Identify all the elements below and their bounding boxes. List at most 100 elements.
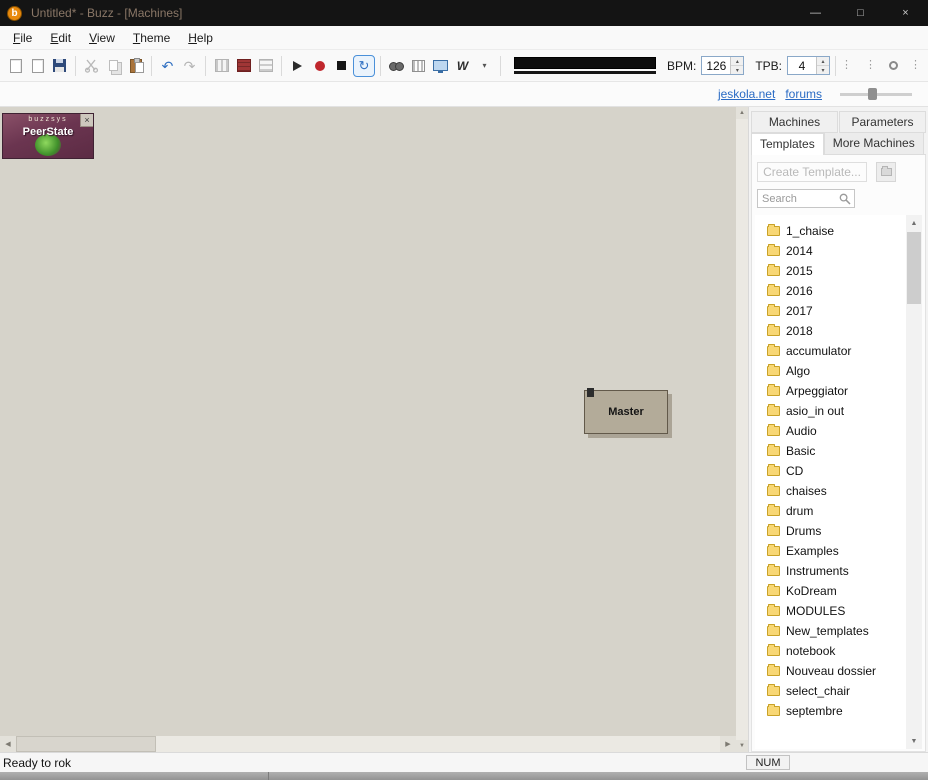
toolbar-dropdown-button[interactable]: ▾: [474, 55, 495, 77]
create-template-button[interactable]: Create Template...: [757, 162, 867, 182]
cut-button[interactable]: [81, 55, 102, 77]
folder-list-item[interactable]: asio_in out: [755, 401, 906, 421]
sequence-view-button[interactable]: [255, 55, 276, 77]
machine-canvas-inner[interactable]: buzzsys PeerState × Master: [0, 107, 736, 736]
stop-button[interactable]: [331, 55, 352, 77]
folder-list-item[interactable]: Instruments: [755, 561, 906, 581]
create-template-row: Create Template...: [757, 162, 922, 182]
toolbar-grip-icon[interactable]: ⋮: [865, 60, 877, 71]
hscroll-thumb[interactable]: [16, 736, 156, 752]
folder-list-item[interactable]: KoDream: [755, 581, 906, 601]
list-scroll-down-button[interactable]: ▼: [906, 733, 922, 749]
scroll-down-button[interactable]: ▼: [736, 740, 748, 752]
toolbar-grip-icon[interactable]: ⋮: [910, 60, 922, 71]
scroll-up-button[interactable]: ▲: [736, 107, 748, 119]
wavetable-button[interactable]: W: [452, 55, 473, 77]
knob-icon[interactable]: [889, 61, 898, 70]
hscroll-track[interactable]: [16, 736, 720, 752]
folder-list-item[interactable]: Algo: [755, 361, 906, 381]
master-machine[interactable]: Master: [584, 390, 668, 434]
bpm-up-button[interactable]: ▴: [731, 57, 743, 66]
tab-more-machines[interactable]: More Machines: [824, 133, 924, 155]
save-button[interactable]: [49, 55, 70, 77]
bpm-spinner[interactable]: 126 ▴ ▾: [701, 56, 744, 75]
canvas-vertical-scrollbar[interactable]: ▲ ▼: [736, 107, 748, 752]
loop-button[interactable]: ↻: [353, 55, 375, 77]
list-scroll-up-button[interactable]: ▲: [906, 215, 922, 231]
new-file-button[interactable]: [5, 55, 26, 77]
canvas-horizontal-scrollbar[interactable]: ◀ ▶: [0, 736, 736, 752]
cpu-monitor-button[interactable]: [430, 55, 451, 77]
menu-item[interactable]: File: [4, 26, 41, 49]
bpm-value[interactable]: 126: [702, 57, 730, 74]
close-button[interactable]: ×: [883, 0, 928, 26]
copy-button[interactable]: [103, 55, 124, 77]
folder-list-item[interactable]: chaises: [755, 481, 906, 501]
machine-canvas[interactable]: buzzsys PeerState × Master ◀ ▶: [0, 107, 736, 752]
folder-list-item[interactable]: 2015: [755, 261, 906, 281]
pattern-matrix-button[interactable]: [408, 55, 429, 77]
folder-name: 2017: [786, 304, 813, 318]
play-button[interactable]: [287, 55, 308, 77]
template-folder-button[interactable]: [876, 162, 896, 182]
folder-list-item[interactable]: Drums: [755, 521, 906, 541]
folder-list-item[interactable]: CD: [755, 461, 906, 481]
list-scroll-thumb[interactable]: [907, 232, 921, 304]
menu-item[interactable]: Theme: [124, 26, 179, 49]
menu-item[interactable]: Help: [179, 26, 222, 49]
undo-button[interactable]: ↶: [157, 55, 178, 77]
folder-list-item[interactable]: select_chair: [755, 681, 906, 701]
folder-list-item[interactable]: Audio: [755, 421, 906, 441]
folder-list-item[interactable]: New_templates: [755, 621, 906, 641]
folder-list-item[interactable]: 2016: [755, 281, 906, 301]
sequence-view-icon: [259, 59, 273, 72]
jeskola-net-link[interactable]: jeskola.net: [718, 87, 775, 101]
main-area: buzzsys PeerState × Master ◀ ▶ ▲: [0, 107, 928, 752]
song-position-bar[interactable]: [514, 57, 656, 74]
folder-list-item[interactable]: notebook: [755, 641, 906, 661]
find-machine-button[interactable]: [386, 55, 407, 77]
folder-list-item[interactable]: septembre: [755, 701, 906, 721]
maximize-button[interactable]: □: [838, 0, 883, 26]
folder-list-item[interactable]: 2017: [755, 301, 906, 321]
toolbar-grip-icon[interactable]: ⋮: [841, 60, 853, 71]
tpb-value[interactable]: 4: [788, 57, 816, 74]
redo-button[interactable]: ↷: [179, 55, 200, 77]
folder-list-item[interactable]: accumulator: [755, 341, 906, 361]
tab-machines[interactable]: Machines: [751, 111, 838, 133]
folder-list-item[interactable]: Nouveau dossier: [755, 661, 906, 681]
machine-view-button[interactable]: [233, 55, 254, 77]
folder-list-item[interactable]: Examples: [755, 541, 906, 561]
list-vertical-scrollbar[interactable]: ▲ ▼: [906, 215, 922, 749]
folder-list-item[interactable]: 2014: [755, 241, 906, 261]
tpb-spinner[interactable]: 4 ▴ ▾: [787, 56, 830, 75]
forums-link[interactable]: forums: [785, 87, 822, 101]
search-input[interactable]: [758, 193, 834, 205]
search-box[interactable]: [757, 189, 855, 208]
folder-list-item[interactable]: drum: [755, 501, 906, 521]
tab-parameters[interactable]: Parameters: [839, 111, 926, 133]
folder-list-item[interactable]: Basic: [755, 441, 906, 461]
seek-track[interactable]: [514, 57, 656, 69]
folder-list-item[interactable]: 1_chaise: [755, 221, 906, 241]
folder-list-item[interactable]: 2018: [755, 321, 906, 341]
folder-list-item[interactable]: MODULES: [755, 601, 906, 621]
menu-item[interactable]: Edit: [41, 26, 80, 49]
scroll-left-button[interactable]: ◀: [0, 736, 16, 752]
paste-button[interactable]: [125, 55, 146, 77]
minimize-button[interactable]: —: [793, 0, 838, 26]
scroll-right-button[interactable]: ▶: [720, 736, 736, 752]
bpm-down-button[interactable]: ▾: [731, 66, 743, 74]
zoom-slider[interactable]: [840, 87, 912, 101]
tpb-down-button[interactable]: ▾: [817, 66, 829, 74]
open-file-button[interactable]: [27, 55, 48, 77]
peerstate-machine[interactable]: buzzsys PeerState ×: [2, 113, 94, 159]
slider-thumb[interactable]: [868, 88, 877, 100]
tab-templates[interactable]: Templates: [751, 133, 824, 155]
tpb-up-button[interactable]: ▴: [817, 57, 829, 66]
folder-list-item[interactable]: Arpeggiator: [755, 381, 906, 401]
record-button[interactable]: [309, 55, 330, 77]
loop-range-bar[interactable]: [514, 71, 656, 74]
pattern-view-button[interactable]: [211, 55, 232, 77]
menu-item[interactable]: View: [80, 26, 124, 49]
